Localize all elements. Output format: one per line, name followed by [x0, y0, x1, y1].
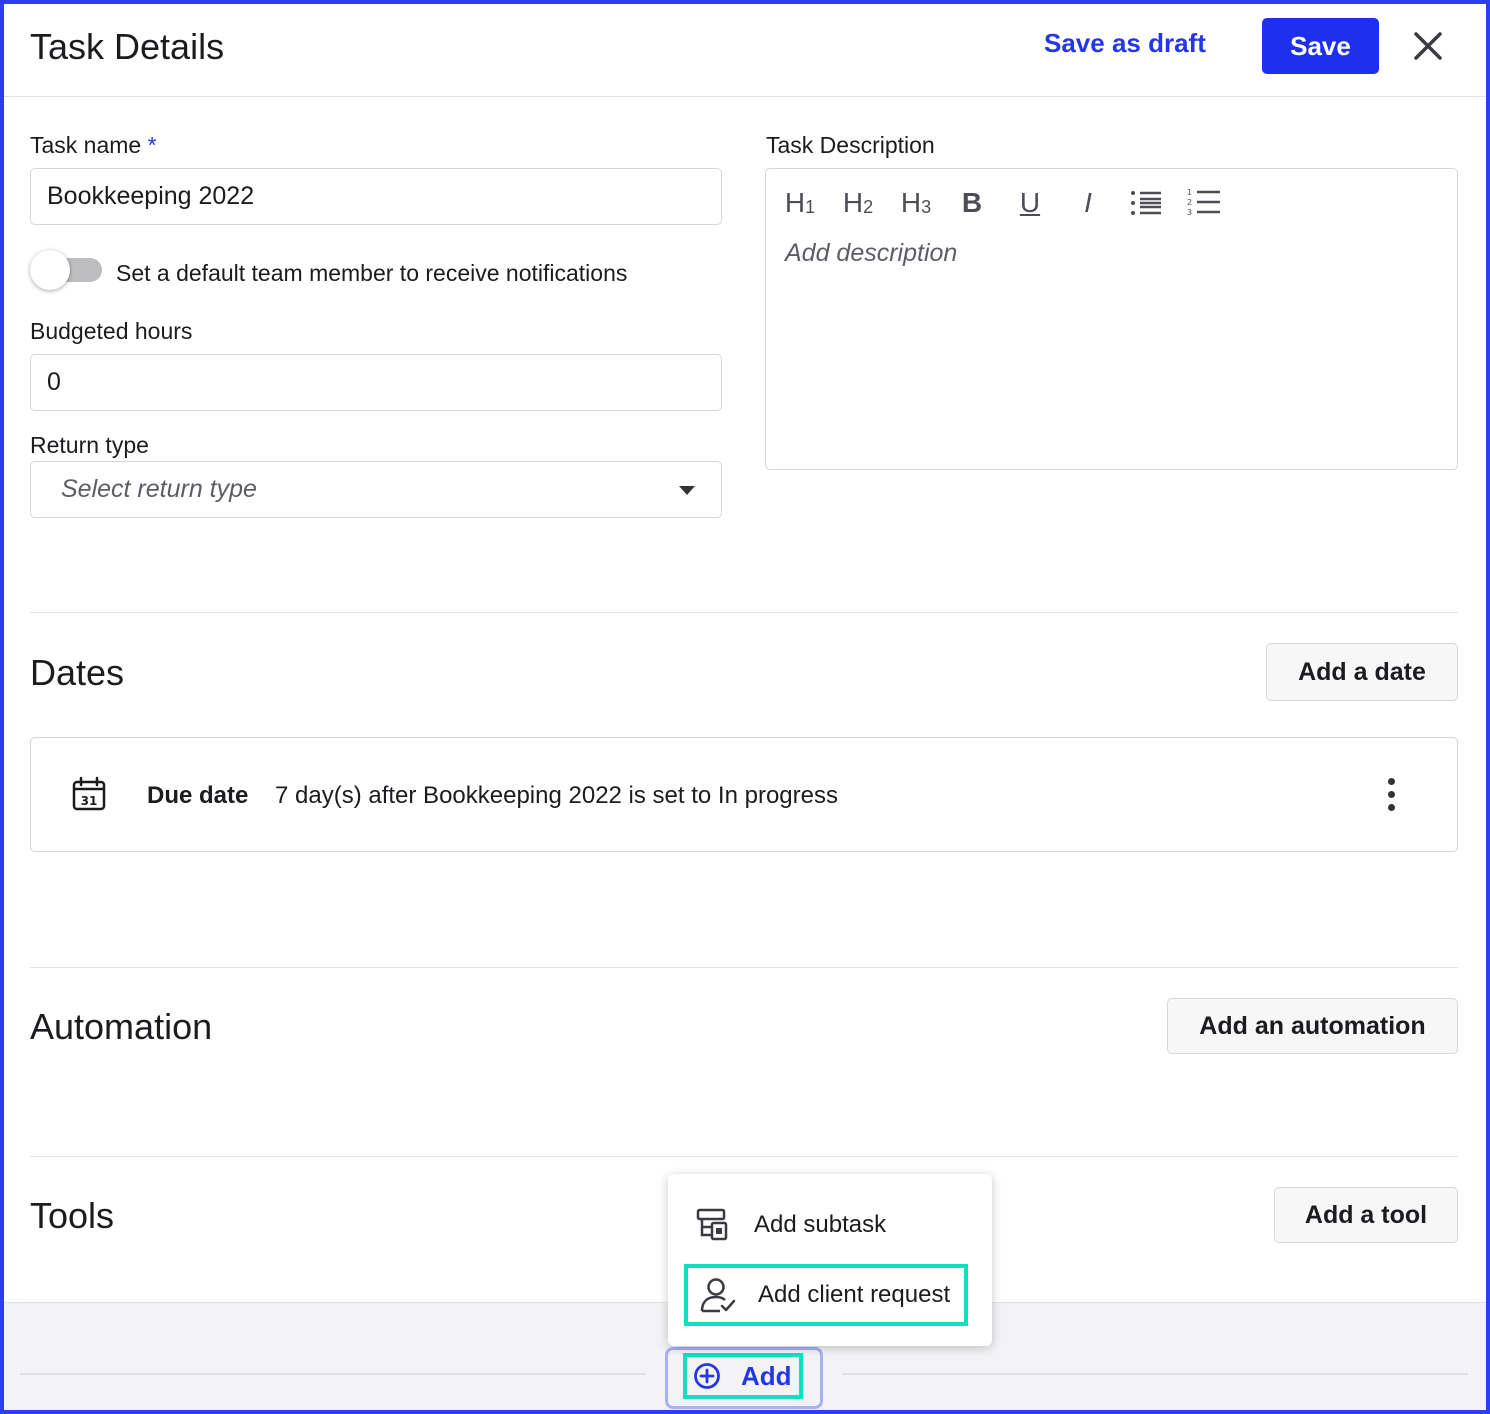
tools-title: Tools — [30, 1195, 115, 1236]
close-icon[interactable] — [1410, 28, 1446, 64]
section-divider — [30, 612, 1458, 613]
add-date-button[interactable]: Add a date — [1266, 643, 1458, 701]
due-date-rule: 7 day(s) after Bookkeeping 2022 is set t… — [275, 782, 838, 809]
due-date-card: 31 Due date 7 day(s) after Bookkeeping 2… — [30, 737, 1458, 852]
add-menu: Add subtask Add client request — [668, 1174, 992, 1346]
return-type-select[interactable]: Select return type — [30, 461, 722, 518]
italic-icon[interactable]: I — [1072, 183, 1104, 223]
kebab-menu-icon[interactable] — [1379, 776, 1405, 814]
add-tool-button[interactable]: Add a tool — [1274, 1187, 1458, 1243]
svg-text:2: 2 — [1187, 198, 1192, 207]
task-name-label: Task name * — [30, 132, 157, 158]
add-button-label: Add — [741, 1360, 792, 1391]
return-type-placeholder: Select return type — [61, 475, 257, 503]
calendar-day: 31 — [81, 794, 98, 808]
save-as-draft-button[interactable]: Save as draft — [1044, 28, 1206, 59]
due-date-label: Due date — [147, 782, 249, 809]
add-client-request-label: Add client request — [758, 1281, 951, 1308]
dialog-header: Task Details Save as draft Save — [4, 4, 1486, 97]
subtask-icon — [696, 1208, 728, 1241]
bold-icon[interactable]: B — [956, 183, 988, 223]
svg-text:1: 1 — [1187, 188, 1192, 197]
add-subtask-label: Add subtask — [754, 1211, 887, 1238]
description-placeholder: Add description — [785, 239, 958, 267]
task-description-label: Task Description — [766, 132, 935, 158]
notify-toggle-label: Set a default team member to receive not… — [116, 260, 628, 286]
save-button[interactable]: Save — [1262, 18, 1379, 74]
footer-divider — [20, 1373, 646, 1375]
footer-divider — [842, 1373, 1468, 1375]
task-name-input[interactable]: Bookkeeping 2022 — [30, 168, 722, 225]
numbered-list-icon[interactable]: 123 — [1186, 183, 1222, 223]
section-divider — [30, 967, 1458, 968]
add-client-request-menu-item[interactable]: Add client request — [684, 1264, 968, 1326]
heading-3-icon[interactable]: H3 — [896, 183, 936, 223]
heading-1-icon[interactable]: H1 — [780, 183, 820, 223]
task-description-editor[interactable]: H1 H2 H3 B U I 123 Add description — [765, 168, 1458, 470]
budgeted-hours-label: Budgeted hours — [30, 318, 193, 344]
required-mark: * — [147, 132, 157, 158]
toggle-knob — [30, 250, 70, 290]
caret-down-icon — [679, 486, 695, 495]
page-title: Task Details — [30, 26, 225, 67]
heading-2-icon[interactable]: H2 — [838, 183, 878, 223]
budgeted-hours-input[interactable]: 0 — [30, 354, 722, 411]
client-request-icon — [700, 1278, 736, 1313]
notify-toggle[interactable] — [30, 250, 102, 290]
svg-text:3: 3 — [1187, 208, 1192, 217]
plus-circle-icon — [694, 1363, 720, 1389]
add-automation-button[interactable]: Add an automation — [1167, 998, 1458, 1054]
bullet-list-icon[interactable] — [1128, 183, 1164, 223]
return-type-label: Return type — [30, 432, 149, 458]
automation-title: Automation — [30, 1006, 213, 1047]
section-divider — [30, 1156, 1458, 1157]
task-details-dialog: Task Details Save as draft Save Task nam… — [0, 0, 1490, 1414]
add-button[interactable]: Add — [683, 1353, 803, 1399]
underline-icon[interactable]: U — [1014, 183, 1046, 223]
calendar-icon: 31 — [71, 776, 107, 812]
dates-title: Dates — [30, 652, 125, 693]
add-subtask-menu-item[interactable]: Add subtask — [684, 1194, 968, 1256]
